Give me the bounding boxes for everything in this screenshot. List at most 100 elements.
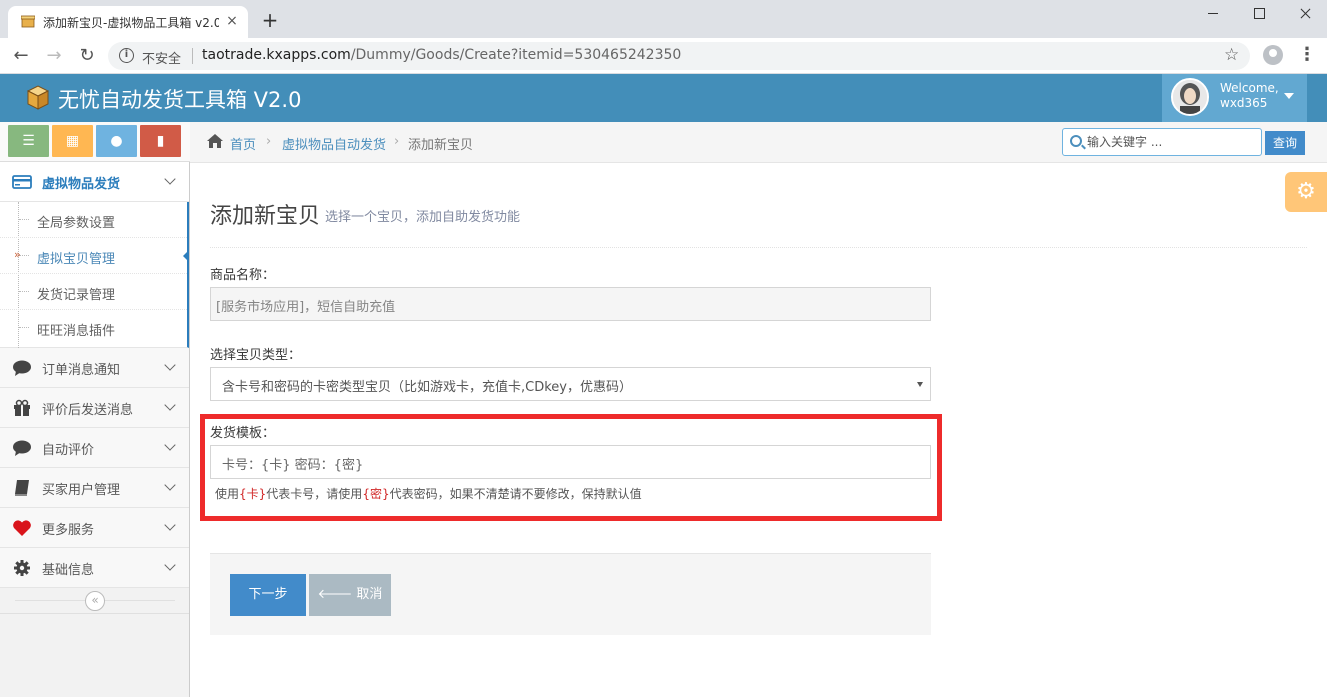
sidebar-item-buyer-manage[interactable]: 买家用户管理 (0, 468, 189, 508)
collapse-sidebar-icon[interactable]: « (85, 591, 105, 611)
sidebar-item-post-review-message[interactable]: 评价后发送消息 (0, 388, 189, 428)
app-header: 无忧自动发货工具箱 V2.0 Welcome, wxd365 (0, 74, 1327, 122)
url-text[interactable]: taotrade.kxapps.com/Dummy/Goods/Create?i… (202, 47, 681, 63)
shortcut-comment-button[interactable]: ● (96, 125, 137, 157)
breadcrumb-separator: › (266, 134, 272, 149)
submenu-label: 发货记录管理 (37, 288, 116, 303)
browser-menu-icon[interactable]: ⋮ (1297, 44, 1317, 66)
caret-down-icon (1284, 93, 1294, 99)
template-value: 卡号：{卡} 密码：{密} (222, 458, 364, 473)
breadcrumb-home-link[interactable]: 首页 (230, 134, 256, 153)
comment-icon: ● (110, 133, 123, 149)
submenu-item-delivery-records[interactable]: 发货记录管理 (0, 274, 187, 310)
user-menu[interactable]: Welcome, wxd365 (1162, 74, 1307, 122)
product-name-label: 商品名称： (210, 268, 276, 283)
window-close-button[interactable] (1282, 0, 1327, 28)
double-angle-right-icon: » (14, 248, 21, 261)
sidebar-item-label: 基础信息 (42, 563, 95, 578)
next-step-button[interactable]: 下一步 (230, 574, 306, 616)
sidebar-item-label: 订单消息通知 (42, 363, 121, 378)
chevron-down-icon (164, 479, 176, 491)
username: wxd365 (1220, 96, 1268, 110)
sidebar-item-auto-review[interactable]: 自动评价 (0, 428, 189, 468)
search-button[interactable]: 查询 (1265, 131, 1305, 155)
new-tab-button[interactable]: + (259, 9, 281, 31)
credit-card-icon (12, 175, 32, 189)
goods-type-selected: 含卡号和密码的卡密类型宝贝（比如游戏卡，充值卡,CDkey，优惠码） (222, 380, 632, 395)
avatar (1171, 78, 1209, 116)
sidebar-submenu: 全局参数设置 » 虚拟宝贝管理 发货记录管理 旺旺消息插件 (0, 202, 189, 348)
sidebar-item-order-notify[interactable]: 订单消息通知 (0, 348, 189, 388)
sidebar-item-label: 买家用户管理 (42, 483, 121, 498)
chevron-down-icon (164, 399, 176, 411)
search-box (1062, 128, 1262, 156)
browser-tab[interactable]: 添加新宝贝-虚拟物品工具箱 v2.0 × (8, 6, 248, 38)
browser-toolbar: ← → ↻ i 不安全 taotrade.kxapps.com/Dummy/Go… (0, 38, 1327, 74)
submenu-label: 虚拟宝贝管理 (37, 252, 116, 267)
url-path: /Dummy/Goods/Create?itemid=530465242350 (350, 47, 682, 63)
sidebar-shortcuts: ☰ ▦ ● ▮ (0, 122, 190, 162)
sidebar: ☰ ▦ ● ▮ 虚拟物品发货 全局参数设置 » 虚拟宝贝管理 发货记录管理 旺旺… (0, 122, 190, 697)
welcome-text: Welcome, (1220, 81, 1279, 95)
window-maximize-button[interactable] (1236, 0, 1282, 28)
chevron-down-icon (164, 439, 176, 451)
chevron-down-icon (164, 359, 176, 371)
help-prefix: 使用 (215, 487, 240, 501)
sidebar-item-more-services[interactable]: 更多服务 (0, 508, 189, 548)
address-bar[interactable]: i 不安全 taotrade.kxapps.com/Dummy/Goods/Cr… (108, 42, 1250, 70)
omnibox-separator (192, 48, 193, 64)
submenu-item-virtual-goods-manage[interactable]: » 虚拟宝贝管理 (0, 238, 189, 274)
reload-icon[interactable]: ↻ (76, 45, 98, 67)
book-icon: ▮ (156, 133, 165, 149)
page-header: 添加新宝贝 选择一个宝贝，添加自助发货功能 (210, 198, 1307, 248)
back-arrow-icon[interactable]: ← (10, 45, 32, 67)
help-suffix: 代表密码，如果不清楚请不要修改，保持默认值 (389, 487, 642, 501)
submenu-item-global-settings[interactable]: 全局参数设置 (0, 202, 187, 238)
active-pointer-icon (183, 250, 189, 262)
sidebar-item-label: 更多服务 (42, 523, 95, 538)
search-input[interactable] (1087, 132, 1257, 152)
breadcrumb-separator: › (394, 134, 400, 149)
template-input[interactable]: 卡号：{卡} 密码：{密} (210, 445, 931, 479)
help-pwd-token: {密} (362, 487, 390, 501)
breadcrumb-current: 添加新宝贝 (408, 138, 474, 153)
cancel-button[interactable]: 🡐 取消 (309, 574, 391, 616)
template-help-text: 使用{卡}代表卡号，请使用{密}代表密码，如果不清楚请不要修改，保持默认值 (215, 485, 642, 502)
window-minimize-button[interactable] (1190, 0, 1236, 28)
shortcut-list-button[interactable]: ☰ (8, 125, 49, 157)
sidebar-item-virtual-goods[interactable]: 虚拟物品发货 (0, 162, 189, 202)
chevron-down-icon (164, 519, 176, 531)
tab-close-icon[interactable]: × (223, 12, 241, 30)
arrow-left-icon: 🡐 (317, 587, 353, 602)
sidebar-collapse-bar: « (0, 588, 189, 614)
cancel-label: 取消 (356, 587, 383, 602)
bookmark-star-icon[interactable]: ☆ (1224, 45, 1239, 65)
sidebar-item-basic-info[interactable]: 基础信息 (0, 548, 189, 588)
info-icon[interactable]: i (119, 48, 134, 63)
logo-box-icon (27, 85, 49, 110)
tab-title: 添加新宝贝-虚拟物品工具箱 v2.0 (43, 16, 219, 30)
breadcrumb-virtual-delivery-link[interactable]: 虚拟物品自动发货 (282, 134, 386, 153)
goods-type-select[interactable]: 含卡号和密码的卡密类型宝贝（比如游戏卡，充值卡,CDkey，优惠码） (210, 367, 931, 401)
help-mid: 代表卡号，请使用 (266, 487, 363, 501)
caret-down-icon (917, 382, 923, 387)
search-icon (1070, 135, 1082, 147)
page-title: 添加新宝贝 (210, 204, 321, 229)
chevron-down-icon (164, 173, 176, 185)
comment-icon (13, 360, 31, 376)
sidebar-item-label: 评价后发送消息 (42, 403, 134, 418)
sidebar-item-label: 自动评价 (42, 443, 95, 458)
profile-icon[interactable] (1263, 45, 1283, 65)
submenu-item-wangwang-plugin[interactable]: 旺旺消息插件 (0, 310, 187, 346)
shortcut-calendar-button[interactable]: ▦ (52, 125, 93, 157)
gear-icon (14, 560, 30, 576)
comment-icon (13, 440, 31, 456)
gift-icon (14, 399, 30, 416)
template-label: 发货模板： (210, 426, 276, 441)
breadcrumb: 首页 › 虚拟物品自动发货 › 添加新宝贝 查询 (190, 122, 1327, 163)
insecure-label: 不安全 (142, 52, 182, 67)
forward-arrow-icon[interactable]: → (43, 45, 65, 67)
book-icon (15, 480, 29, 496)
home-icon (207, 134, 223, 148)
shortcut-book-button[interactable]: ▮ (140, 125, 181, 157)
